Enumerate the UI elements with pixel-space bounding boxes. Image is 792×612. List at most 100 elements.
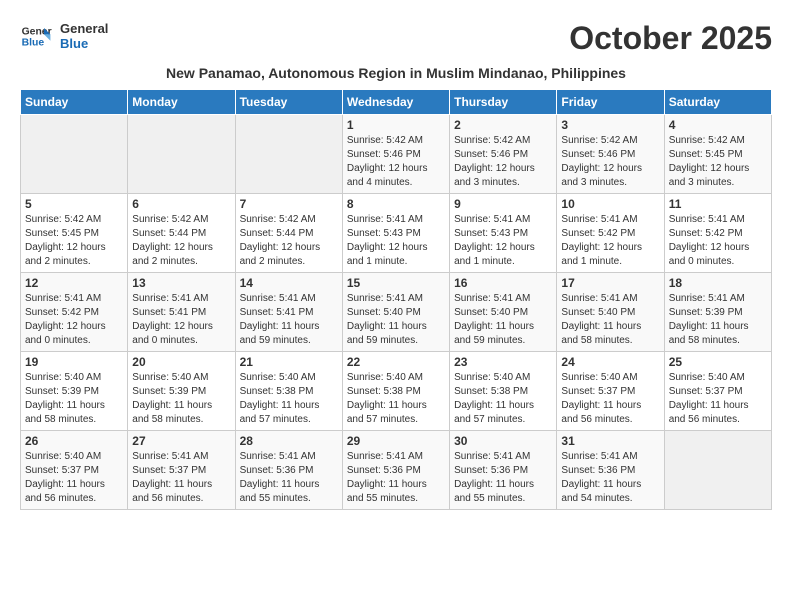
calendar-cell: 26 Sunrise: 5:40 AM Sunset: 5:37 PM Dayli… <box>21 431 128 510</box>
calendar-cell: 10 Sunrise: 5:41 AM Sunset: 5:42 PM Dayli… <box>557 194 664 273</box>
day-info: Sunrise: 5:40 AM Sunset: 5:38 PM Dayligh… <box>347 371 445 427</box>
day-number: 11 <box>669 197 767 211</box>
day-number: 5 <box>25 197 123 211</box>
calendar-cell: 31Sunrise: 5:41 AM Sunset: 5:36 PM Dayli… <box>557 431 664 510</box>
day-info: Sunrise: 5:41 AM Sunset: 5:41 PM Dayligh… <box>132 292 230 348</box>
day-number: 10 <box>561 197 659 211</box>
day-info: Sunrise: 5:40 AM Sunset: 5:39 PM Dayligh… <box>132 371 230 427</box>
calendar-week-1: 1Sunrise: 5:42 AM Sunset: 5:46 PM Daylig… <box>21 115 772 194</box>
calendar-cell: 2 Sunrise: 5:42 AM Sunset: 5:46 PM Daylig… <box>450 115 557 194</box>
calendar-week-2: 5 Sunrise: 5:42 AM Sunset: 5:45 PM Daylig… <box>21 194 772 273</box>
day-info: Sunrise: 5:42 AM Sunset: 5:46 PM Dayligh… <box>454 134 552 190</box>
calendar-cell: 13 Sunrise: 5:41 AM Sunset: 5:41 PM Dayli… <box>128 273 235 352</box>
calendar-table: SundayMondayTuesdayWednesdayThursdayFrid… <box>20 89 772 510</box>
day-number: 13 <box>132 276 230 290</box>
day-number: 21 <box>240 355 338 369</box>
day-info: Sunrise: 5:41 AM Sunset: 5:43 PM Dayligh… <box>454 213 552 269</box>
day-number: 8 <box>347 197 445 211</box>
calendar-cell: 21 Sunrise: 5:40 AM Sunset: 5:38 PM Dayli… <box>235 352 342 431</box>
calendar-cell: 5 Sunrise: 5:42 AM Sunset: 5:45 PM Daylig… <box>21 194 128 273</box>
logo-blue: Blue <box>60 36 108 51</box>
day-info: Sunrise: 5:40 AM Sunset: 5:37 PM Dayligh… <box>669 371 767 427</box>
day-header-sunday: Sunday <box>21 90 128 115</box>
calendar-subtitle: New Panamao, Autonomous Region in Muslim… <box>20 65 772 81</box>
calendar-cell: 20 Sunrise: 5:40 AM Sunset: 5:39 PM Dayli… <box>128 352 235 431</box>
calendar-cell: 27 Sunrise: 5:41 AM Sunset: 5:37 PM Dayli… <box>128 431 235 510</box>
calendar-cell: 15 Sunrise: 5:41 AM Sunset: 5:40 PM Dayli… <box>342 273 449 352</box>
day-info: Sunrise: 5:42 AM Sunset: 5:44 PM Dayligh… <box>132 213 230 269</box>
day-info: Sunrise: 5:41 AM Sunset: 5:42 PM Dayligh… <box>25 292 123 348</box>
day-info: Sunrise: 5:42 AM Sunset: 5:45 PM Dayligh… <box>25 213 123 269</box>
day-number: 31 <box>561 434 659 448</box>
calendar-body: 1Sunrise: 5:42 AM Sunset: 5:46 PM Daylig… <box>21 115 772 510</box>
day-header-monday: Monday <box>128 90 235 115</box>
calendar-cell: 18Sunrise: 5:41 AM Sunset: 5:39 PM Dayli… <box>664 273 771 352</box>
calendar-cell: 6 Sunrise: 5:42 AM Sunset: 5:44 PM Daylig… <box>128 194 235 273</box>
logo-general: General <box>60 21 108 36</box>
day-number: 2 <box>454 118 552 132</box>
calendar-cell: 3Sunrise: 5:42 AM Sunset: 5:46 PM Daylig… <box>557 115 664 194</box>
calendar-header-row: SundayMondayTuesdayWednesdayThursdayFrid… <box>21 90 772 115</box>
calendar-cell: 19Sunrise: 5:40 AM Sunset: 5:39 PM Dayli… <box>21 352 128 431</box>
calendar-week-3: 12 Sunrise: 5:41 AM Sunset: 5:42 PM Dayli… <box>21 273 772 352</box>
day-info: Sunrise: 5:41 AM Sunset: 5:36 PM Dayligh… <box>454 450 552 506</box>
day-header-saturday: Saturday <box>664 90 771 115</box>
calendar-cell: 23Sunrise: 5:40 AM Sunset: 5:38 PM Dayli… <box>450 352 557 431</box>
logo: General Blue General Blue <box>20 20 108 52</box>
calendar-cell: 7Sunrise: 5:42 AM Sunset: 5:44 PM Daylig… <box>235 194 342 273</box>
day-header-tuesday: Tuesday <box>235 90 342 115</box>
day-info: Sunrise: 5:42 AM Sunset: 5:46 PM Dayligh… <box>347 134 445 190</box>
calendar-cell: 4 Sunrise: 5:42 AM Sunset: 5:45 PM Daylig… <box>664 115 771 194</box>
day-info: Sunrise: 5:41 AM Sunset: 5:40 PM Dayligh… <box>454 292 552 348</box>
day-number: 25 <box>669 355 767 369</box>
day-info: Sunrise: 5:42 AM Sunset: 5:45 PM Dayligh… <box>669 134 767 190</box>
page-header: General Blue General Blue October 2025 <box>20 20 772 57</box>
day-header-wednesday: Wednesday <box>342 90 449 115</box>
day-number: 12 <box>25 276 123 290</box>
calendar-cell: 30 Sunrise: 5:41 AM Sunset: 5:36 PM Dayli… <box>450 431 557 510</box>
calendar-cell: 25 Sunrise: 5:40 AM Sunset: 5:37 PM Dayli… <box>664 352 771 431</box>
day-info: Sunrise: 5:41 AM Sunset: 5:36 PM Dayligh… <box>347 450 445 506</box>
day-info: Sunrise: 5:41 AM Sunset: 5:43 PM Dayligh… <box>347 213 445 269</box>
calendar-cell: 16 Sunrise: 5:41 AM Sunset: 5:40 PM Dayli… <box>450 273 557 352</box>
day-number: 15 <box>347 276 445 290</box>
day-number: 17 <box>561 276 659 290</box>
svg-text:Blue: Blue <box>22 38 45 49</box>
day-info: Sunrise: 5:42 AM Sunset: 5:44 PM Dayligh… <box>240 213 338 269</box>
day-number: 6 <box>132 197 230 211</box>
calendar-cell <box>235 115 342 194</box>
calendar-cell: 12 Sunrise: 5:41 AM Sunset: 5:42 PM Dayli… <box>21 273 128 352</box>
day-number: 20 <box>132 355 230 369</box>
day-info: Sunrise: 5:40 AM Sunset: 5:37 PM Dayligh… <box>25 450 123 506</box>
calendar-cell: 24Sunrise: 5:40 AM Sunset: 5:37 PM Dayli… <box>557 352 664 431</box>
calendar-cell: 17 Sunrise: 5:41 AM Sunset: 5:40 PM Dayli… <box>557 273 664 352</box>
calendar-cell <box>664 431 771 510</box>
day-number: 27 <box>132 434 230 448</box>
day-number: 4 <box>669 118 767 132</box>
day-info: Sunrise: 5:41 AM Sunset: 5:41 PM Dayligh… <box>240 292 338 348</box>
calendar-cell <box>21 115 128 194</box>
day-info: Sunrise: 5:41 AM Sunset: 5:40 PM Dayligh… <box>561 292 659 348</box>
day-header-friday: Friday <box>557 90 664 115</box>
day-number: 29 <box>347 434 445 448</box>
calendar-cell: 29 Sunrise: 5:41 AM Sunset: 5:36 PM Dayli… <box>342 431 449 510</box>
calendar-cell: 22 Sunrise: 5:40 AM Sunset: 5:38 PM Dayli… <box>342 352 449 431</box>
day-number: 22 <box>347 355 445 369</box>
calendar-cell: 11Sunrise: 5:41 AM Sunset: 5:42 PM Dayli… <box>664 194 771 273</box>
logo-icon: General Blue <box>20 20 52 52</box>
day-info: Sunrise: 5:40 AM Sunset: 5:38 PM Dayligh… <box>240 371 338 427</box>
day-number: 30 <box>454 434 552 448</box>
day-info: Sunrise: 5:41 AM Sunset: 5:37 PM Dayligh… <box>132 450 230 506</box>
day-number: 24 <box>561 355 659 369</box>
day-info: Sunrise: 5:41 AM Sunset: 5:42 PM Dayligh… <box>561 213 659 269</box>
day-number: 28 <box>240 434 338 448</box>
day-number: 26 <box>25 434 123 448</box>
day-number: 16 <box>454 276 552 290</box>
day-number: 14 <box>240 276 338 290</box>
month-title: October 2025 <box>569 20 772 57</box>
day-number: 3 <box>561 118 659 132</box>
day-number: 23 <box>454 355 552 369</box>
calendar-cell: 9Sunrise: 5:41 AM Sunset: 5:43 PM Daylig… <box>450 194 557 273</box>
day-info: Sunrise: 5:41 AM Sunset: 5:40 PM Dayligh… <box>347 292 445 348</box>
day-number: 19 <box>25 355 123 369</box>
